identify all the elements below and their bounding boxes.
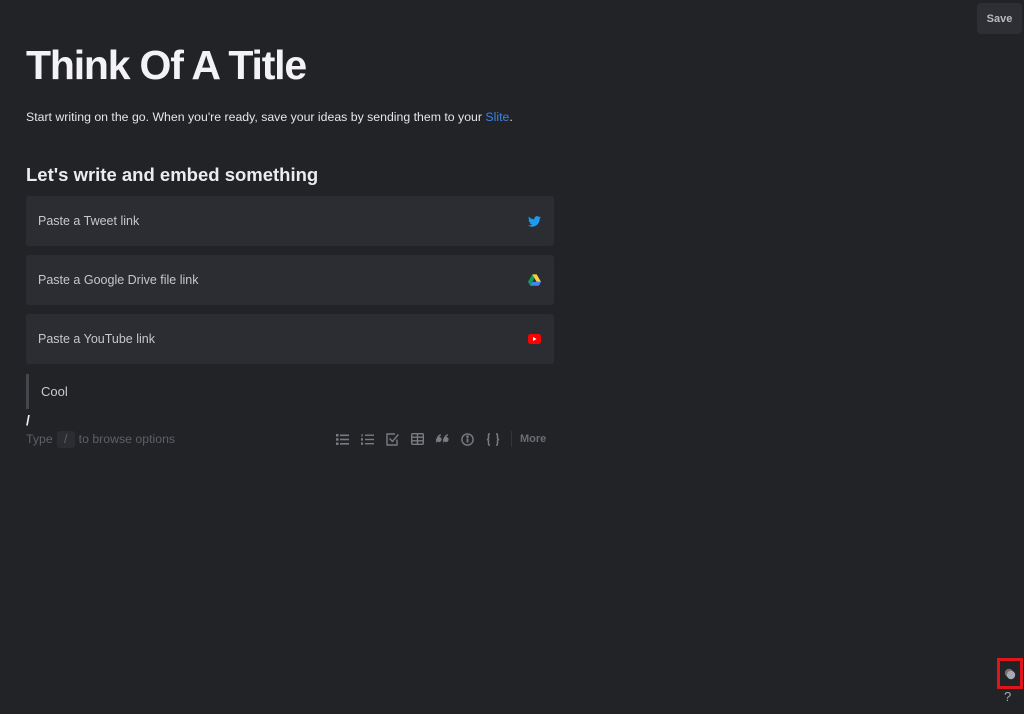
youtube-icon xyxy=(526,331,542,347)
code-button[interactable] xyxy=(480,430,505,448)
bulleted-list-icon xyxy=(336,433,349,445)
checklist-button[interactable] xyxy=(380,430,405,448)
intro-text: Start writing on the go. When you're rea… xyxy=(26,110,486,124)
intro-paragraph: Start writing on the go. When you're rea… xyxy=(26,110,513,124)
twitter-icon xyxy=(526,213,542,229)
theme-toggle-icon xyxy=(1004,668,1016,679)
embed-youtube-label: Paste a YouTube link xyxy=(38,332,155,346)
embed-google-drive[interactable]: Paste a Google Drive file link xyxy=(26,255,554,305)
quote-icon xyxy=(436,434,449,444)
hint-key: / xyxy=(56,430,75,448)
intro-end: . xyxy=(509,110,513,124)
section-heading: Let's write and embed something xyxy=(26,164,319,185)
checkbox-icon xyxy=(386,432,399,446)
slash-command-hint: Type / to browse options xyxy=(26,430,175,448)
table-icon xyxy=(411,433,424,445)
embed-youtube[interactable]: Paste a YouTube link xyxy=(26,314,554,364)
table-button[interactable] xyxy=(405,430,430,448)
info-icon xyxy=(461,432,474,446)
save-button[interactable]: Save xyxy=(977,3,1022,34)
hint-prefix: Type xyxy=(26,432,53,446)
editor-page: Save Think Of A Title Start writing on t… xyxy=(0,0,1024,714)
blockquote-text: Cool xyxy=(41,384,68,399)
more-button[interactable]: More xyxy=(520,433,546,445)
google-drive-icon xyxy=(526,272,542,288)
help-button[interactable]: ? xyxy=(1004,689,1011,704)
block-toolbar: More xyxy=(330,430,546,448)
bulleted-list-button[interactable] xyxy=(330,430,355,448)
current-line-text[interactable]: / xyxy=(26,412,30,428)
quote-button[interactable] xyxy=(430,430,455,448)
slite-link[interactable]: Slite xyxy=(485,110,509,124)
theme-toggle-button[interactable] xyxy=(997,658,1023,689)
numbered-list-icon xyxy=(361,433,374,445)
blockquote[interactable]: Cool xyxy=(26,374,68,409)
embed-tweet[interactable]: Paste a Tweet link xyxy=(26,196,554,246)
hint-suffix: to browse options xyxy=(78,432,176,446)
embed-google-drive-label: Paste a Google Drive file link xyxy=(38,273,199,287)
page-title[interactable]: Think Of A Title xyxy=(26,42,307,89)
code-braces-icon xyxy=(486,432,499,446)
toolbar-divider xyxy=(511,431,512,447)
callout-button[interactable] xyxy=(455,430,480,448)
numbered-list-button[interactable] xyxy=(355,430,380,448)
embed-tweet-label: Paste a Tweet link xyxy=(38,214,140,228)
